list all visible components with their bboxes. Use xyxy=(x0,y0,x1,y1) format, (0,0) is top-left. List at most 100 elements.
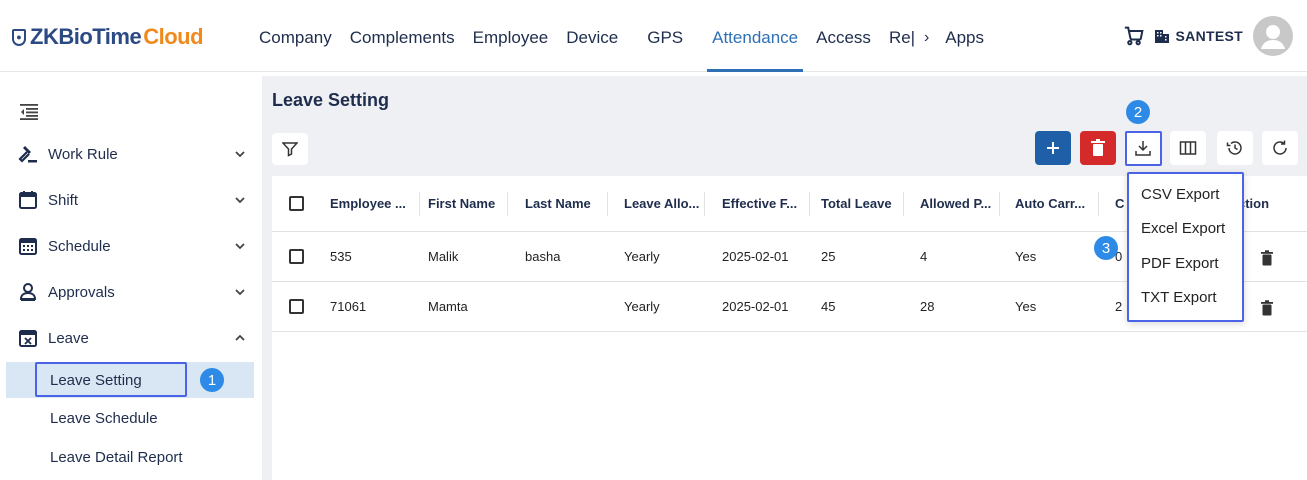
sidebar-item-label: Approvals xyxy=(48,283,115,301)
collapse-menu-icon[interactable] xyxy=(20,104,38,120)
cell-total-leave: 45 xyxy=(821,299,836,314)
sidebar-item-leave[interactable]: Leave xyxy=(6,320,258,356)
sidebar-item-schedule[interactable]: Schedule xyxy=(6,228,258,264)
col-header-total-leave[interactable]: Total Leave xyxy=(821,176,892,231)
cell-leave-allocation: Yearly xyxy=(624,249,660,264)
cart-icon[interactable] xyxy=(1124,26,1144,46)
chevron-down-icon xyxy=(235,243,245,250)
delete-button[interactable] xyxy=(1080,131,1116,165)
columns-button[interactable] xyxy=(1170,131,1206,165)
sidebar-sub-label: Leave Schedule xyxy=(50,409,158,427)
refresh-button[interactable] xyxy=(1262,131,1298,165)
cell-auto-carry: Yes xyxy=(1015,249,1037,264)
row-delete-icon[interactable] xyxy=(1260,300,1274,316)
cell-auto-carry: Yes xyxy=(1015,299,1037,314)
sidebar: Work Rule Shift Schedule Approvals Leave… xyxy=(6,76,258,480)
sidebar-sub-label: Leave Detail Report xyxy=(50,448,183,466)
cell-employee: 535 xyxy=(330,249,352,264)
callout-marker-2: 2 xyxy=(1126,100,1150,124)
add-button[interactable] xyxy=(1035,131,1071,165)
sidebar-item-label: Shift xyxy=(48,191,79,209)
sidebar-item-label: Schedule xyxy=(48,237,111,255)
row-checkbox[interactable] xyxy=(289,282,304,331)
cell-effective-from: 2025-02-01 xyxy=(722,249,789,264)
sidebar-item-approvals[interactable]: Approvals xyxy=(6,274,258,310)
col-header-allowed[interactable]: Allowed P... xyxy=(920,176,991,231)
callout-marker-3: 3 xyxy=(1094,236,1118,260)
chevron-up-icon xyxy=(235,334,245,341)
cell-c: 0 xyxy=(1115,249,1123,264)
nav-more-arrow-icon[interactable]: › xyxy=(920,0,939,72)
col-header-first-name[interactable]: First Name xyxy=(428,176,495,231)
building-icon xyxy=(1154,30,1169,43)
calendar-icon xyxy=(19,191,37,209)
cell-first-name: Mamta xyxy=(428,299,468,314)
menu-item-csv-export[interactable]: CSV Export xyxy=(1141,186,1219,203)
main-nav: Company Complements Employee Device GPS … xyxy=(250,0,993,72)
history-button[interactable] xyxy=(1217,131,1253,165)
cell-leave-allocation: Yearly xyxy=(624,299,660,314)
cell-effective-from: 2025-02-01 xyxy=(722,299,789,314)
columns-icon xyxy=(1179,141,1197,155)
nav-apps[interactable]: Apps xyxy=(939,0,993,72)
cell-allowed: 28 xyxy=(920,299,935,314)
delete-icon xyxy=(1091,139,1105,156)
sidebar-item-label: Leave xyxy=(48,329,89,347)
nav-device[interactable]: Device xyxy=(557,0,627,72)
user-icon xyxy=(19,283,37,301)
menu-item-txt-export[interactable]: TXT Export xyxy=(1141,289,1217,306)
nav-gps[interactable]: GPS xyxy=(627,0,703,72)
col-header-last-name[interactable]: Last Name xyxy=(525,176,591,231)
avatar-icon[interactable] xyxy=(1253,16,1293,56)
brand-name-part1: ZKBioTime xyxy=(30,24,142,49)
menu-item-pdf-export[interactable]: PDF Export xyxy=(1141,255,1219,272)
cell-employee: 71061 xyxy=(330,299,367,314)
sidebar-item-shift[interactable]: Shift xyxy=(6,182,258,218)
shield-logo-icon: ● xyxy=(12,28,26,46)
calendar-x-icon xyxy=(19,330,37,347)
gavel-icon xyxy=(18,146,37,163)
callout-marker-1: 1 xyxy=(200,368,224,392)
sidebar-sub-leave-schedule[interactable]: Leave Schedule xyxy=(6,400,254,436)
nav-employee[interactable]: Employee xyxy=(464,0,558,72)
brand-name-part2: Cloud xyxy=(143,24,204,49)
sidebar-item-label: Work Rule xyxy=(48,145,118,163)
col-header-leave-allocation[interactable]: Leave Allo... xyxy=(624,176,699,231)
nav-complements[interactable]: Complements xyxy=(341,0,464,72)
filter-icon xyxy=(282,142,298,157)
cell-first-name: Malik xyxy=(428,249,459,264)
cell-c: 2 xyxy=(1115,299,1123,314)
sidebar-sub-leave-detail-report[interactable]: Leave Detail Report xyxy=(6,439,254,475)
brand-logo[interactable]: ● ZKBioTime Cloud xyxy=(12,24,204,50)
nav-access[interactable]: Access xyxy=(807,0,880,72)
select-all-checkbox[interactable] xyxy=(289,176,304,231)
nav-reports-truncated[interactable]: Re| xyxy=(880,0,920,72)
sidebar-item-work-rule[interactable]: Work Rule xyxy=(6,136,258,172)
chevron-down-icon xyxy=(235,151,245,158)
row-delete-icon[interactable] xyxy=(1260,250,1274,266)
col-header-c-truncated[interactable]: C xyxy=(1115,176,1124,231)
nav-company[interactable]: Company xyxy=(250,0,341,72)
callout-highlight-export xyxy=(1125,131,1162,166)
refresh-icon xyxy=(1273,140,1287,155)
company-selector[interactable]: SANTEST xyxy=(1154,28,1243,44)
top-bar: ● ZKBioTime Cloud Company Complements Emp… xyxy=(0,0,1307,72)
chevron-down-icon xyxy=(235,197,245,204)
export-menu: CSV Export Excel Export PDF Export TXT E… xyxy=(1127,172,1244,322)
menu-item-excel-export[interactable]: Excel Export xyxy=(1141,220,1225,237)
page-title: Leave Setting xyxy=(272,90,390,110)
history-icon xyxy=(1226,141,1242,155)
nav-attendance[interactable]: Attendance xyxy=(703,0,807,72)
cell-last-name: basha xyxy=(525,249,561,264)
company-name: SANTEST xyxy=(1175,28,1243,44)
callout-highlight-leave-setting xyxy=(35,362,187,397)
add-icon xyxy=(1047,142,1059,154)
col-header-effective-from[interactable]: Effective F... xyxy=(722,176,797,231)
calendar-grid-icon xyxy=(19,238,37,255)
top-right-tools: SANTEST xyxy=(1124,16,1293,56)
row-checkbox[interactable] xyxy=(289,232,304,281)
filter-button[interactable] xyxy=(272,133,308,165)
cell-allowed: 4 xyxy=(920,249,928,264)
col-header-auto-carry[interactable]: Auto Carr... xyxy=(1015,176,1085,231)
col-header-employee[interactable]: Employee ... xyxy=(330,176,406,231)
